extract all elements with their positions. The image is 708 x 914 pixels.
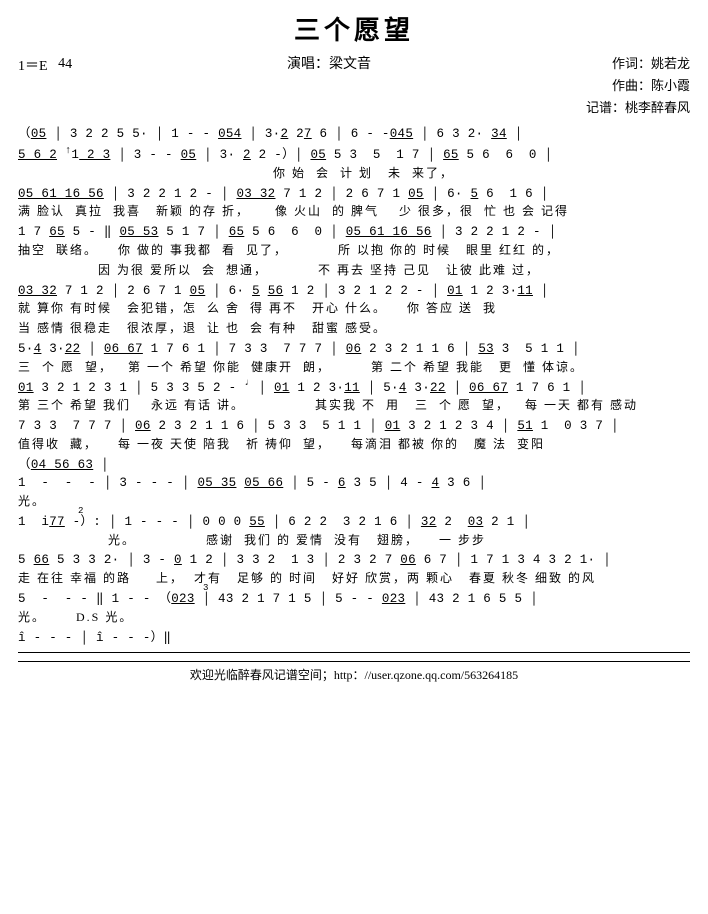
footer-text: 欢迎光临醉春风记谱空间；http：//user.qzone.qq.com/563…: [18, 661, 690, 683]
footer-divider: [18, 652, 690, 653]
title: 三个愿望: [18, 10, 690, 47]
credits: 作词：姚若龙 作曲：陈小霞 记谱：桃李醉春风: [586, 53, 690, 119]
singer-info: 演唱：梁文音: [287, 53, 371, 73]
key-time: 1＝E 44: [18, 53, 72, 76]
music-score: （05 │ 3 2 2 5 5· │ 1 - - 054 │ 3·2 27 6 …: [18, 123, 690, 649]
